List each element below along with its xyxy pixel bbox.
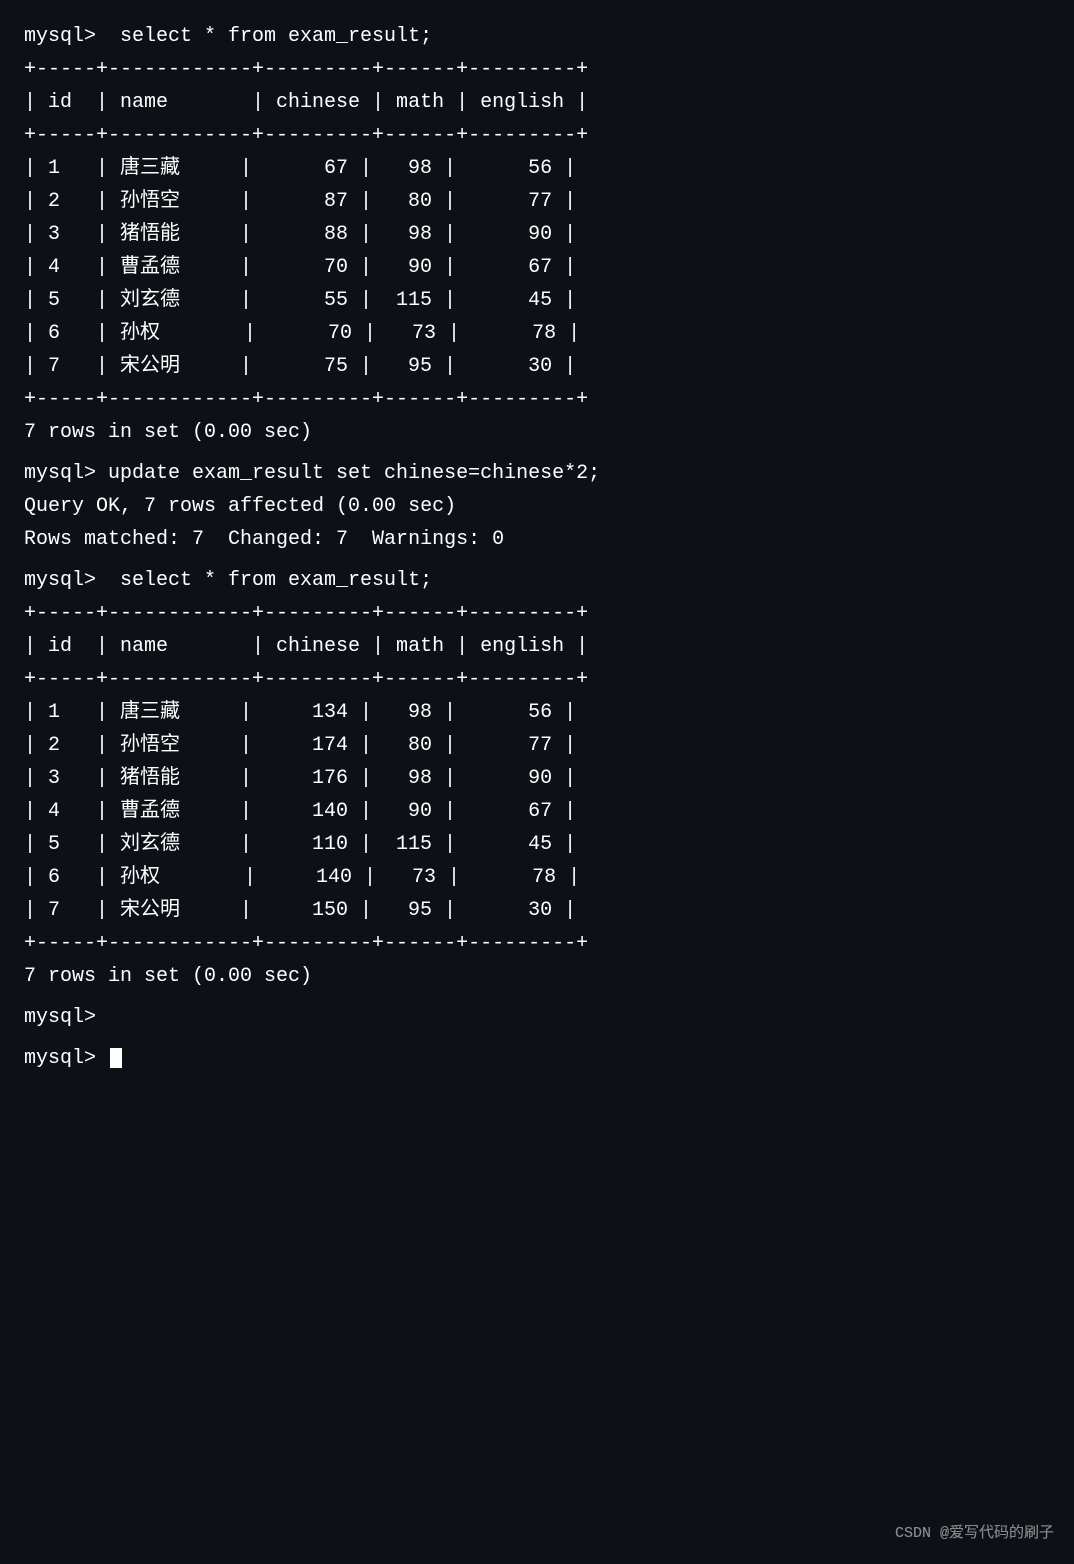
section-query1: mysql> select * from exam_result;+-----+… (24, 20, 1050, 449)
terminal-line: | 7 | 宋公明 | 150 | 95 | 30 | (24, 894, 1050, 927)
terminal-line: +-----+------------+---------+------+---… (24, 383, 1050, 416)
terminal-line: | id | name | chinese | math | english | (24, 630, 1050, 663)
terminal-line: | 3 | 猪悟能 | 88 | 98 | 90 | (24, 218, 1050, 251)
terminal-line: +-----+------------+---------+------+---… (24, 119, 1050, 152)
terminal-line: +-----+------------+---------+------+---… (24, 597, 1050, 630)
terminal-line: | 1 | 唐三藏 | 67 | 98 | 56 | (24, 152, 1050, 185)
terminal-line: mysql> update exam_result set chinese=ch… (24, 457, 1050, 490)
terminal-line: | 4 | 曹孟德 | 70 | 90 | 67 | (24, 251, 1050, 284)
watermark: CSDN @爱写代码的刷子 (895, 1522, 1054, 1546)
terminal-line: mysql> select * from exam_result; (24, 20, 1050, 53)
terminal: mysql> select * from exam_result;+-----+… (24, 20, 1050, 1075)
terminal-line: | 5 | 刘玄德 | 110 | 115 | 45 | (24, 828, 1050, 861)
terminal-line: 7 rows in set (0.00 sec) (24, 416, 1050, 449)
terminal-line: Query OK, 7 rows affected (0.00 sec) (24, 490, 1050, 523)
terminal-line: | 7 | 宋公明 | 75 | 95 | 30 | (24, 350, 1050, 383)
terminal-line: | id | name | chinese | math | english | (24, 86, 1050, 119)
section-update: mysql> update exam_result set chinese=ch… (24, 457, 1050, 556)
terminal-line: 7 rows in set (0.00 sec) (24, 960, 1050, 993)
section-final-prompt: mysql> (24, 1042, 1050, 1075)
terminal-line: | 2 | 孙悟空 | 174 | 80 | 77 | (24, 729, 1050, 762)
terminal-line: mysql> select * from exam_result; (24, 564, 1050, 597)
terminal-line: | 6 | 孙权 | 140 | 73 | 78 | (24, 861, 1050, 894)
terminal-line: Rows matched: 7 Changed: 7 Warnings: 0 (24, 523, 1050, 556)
terminal-line: | 3 | 猪悟能 | 176 | 98 | 90 | (24, 762, 1050, 795)
final-prompt-line: mysql> (24, 1042, 1050, 1075)
terminal-line: mysql> (24, 1001, 1050, 1034)
terminal-line: | 4 | 曹孟德 | 140 | 90 | 67 | (24, 795, 1050, 828)
section-query2: mysql> select * from exam_result;+-----+… (24, 564, 1050, 993)
terminal-line: | 2 | 孙悟空 | 87 | 80 | 77 | (24, 185, 1050, 218)
section-prompt_end: mysql> (24, 1001, 1050, 1034)
terminal-line: | 1 | 唐三藏 | 134 | 98 | 56 | (24, 696, 1050, 729)
terminal-line: +-----+------------+---------+------+---… (24, 53, 1050, 86)
cursor (110, 1048, 122, 1068)
terminal-line: +-----+------------+---------+------+---… (24, 927, 1050, 960)
terminal-line: +-----+------------+---------+------+---… (24, 663, 1050, 696)
terminal-line: | 6 | 孙权 | 70 | 73 | 78 | (24, 317, 1050, 350)
terminal-line: | 5 | 刘玄德 | 55 | 115 | 45 | (24, 284, 1050, 317)
